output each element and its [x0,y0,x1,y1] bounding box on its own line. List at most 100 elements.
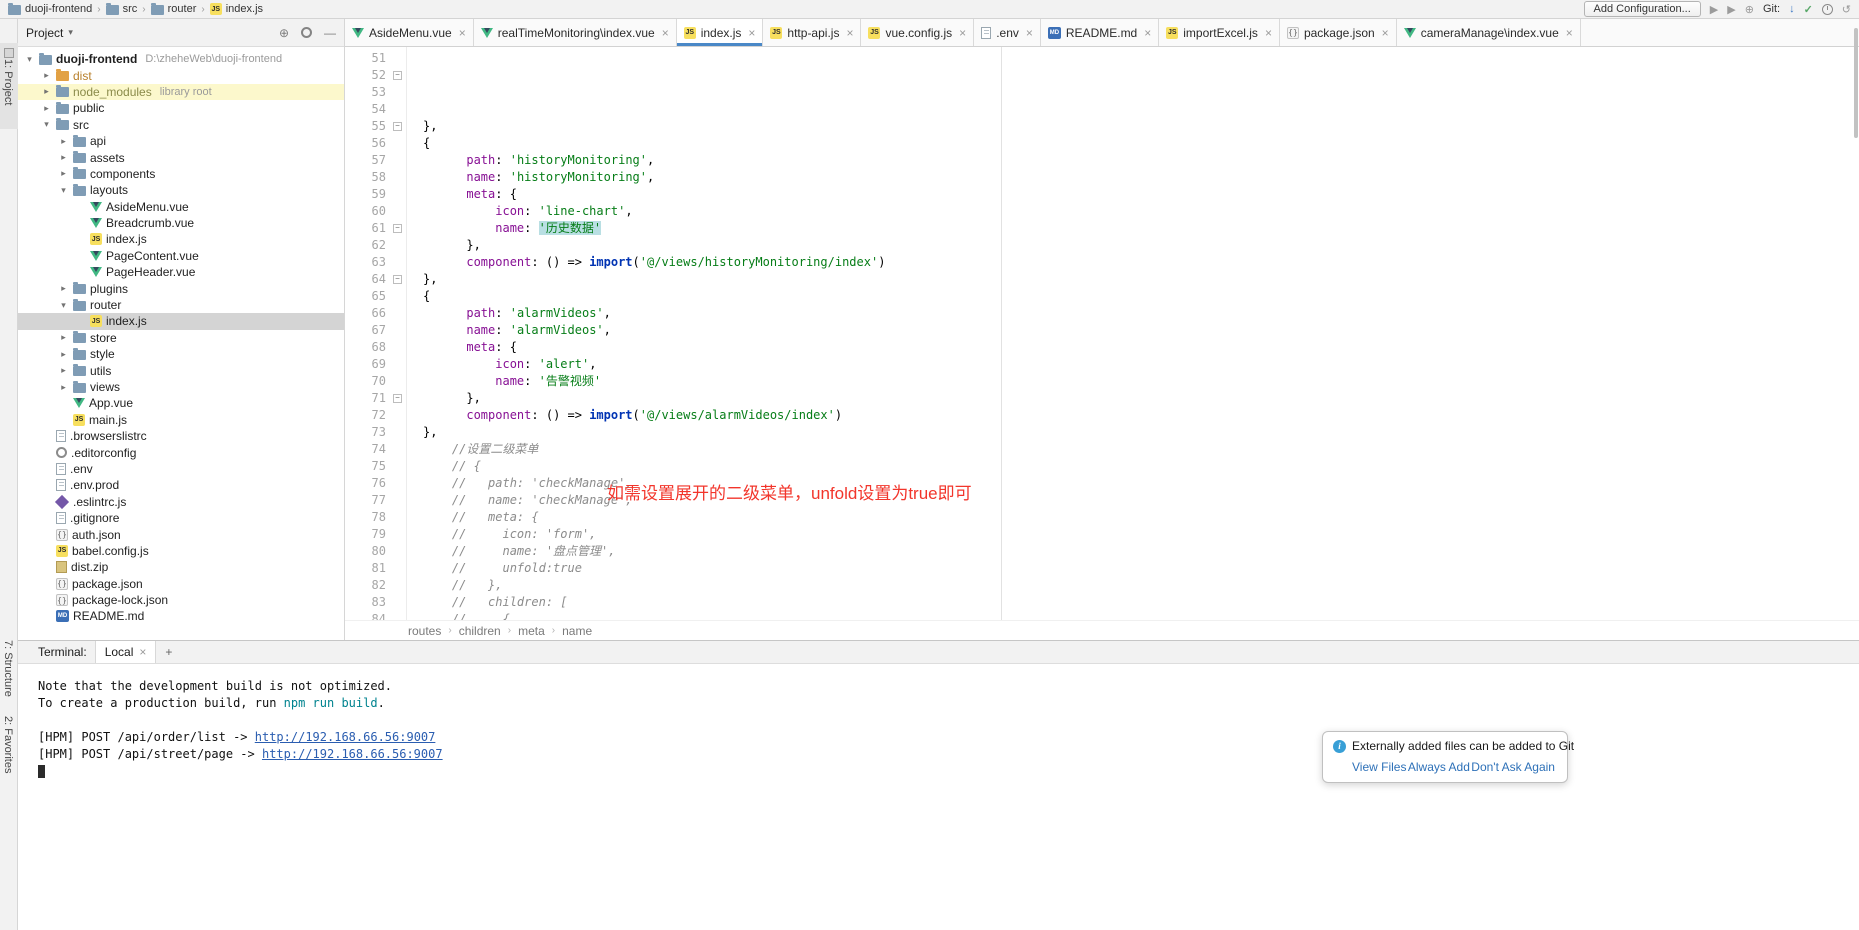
debug-icon[interactable]: ▶ [1727,3,1735,16]
tree-item[interactable]: .eslintrc.js [18,494,344,510]
tree-item[interactable]: babel.config.js [18,543,344,559]
tool-window-favorites-button[interactable]: 2: Favorites [0,716,18,792]
locate-file-icon[interactable]: ⊕ [279,26,289,40]
close-icon[interactable]: × [1265,26,1272,40]
tree-item[interactable]: dist.zip [18,559,344,575]
tree-item[interactable]: PageHeader.vue [18,264,344,280]
chevron-down-icon[interactable]: ▾ [41,119,52,130]
breadcrumb-item[interactable]: duoji-frontend [8,3,92,15]
close-icon[interactable]: × [1566,26,1573,40]
tree-item[interactable]: ▸dist [18,67,344,83]
tree-item[interactable]: .gitignore [18,510,344,526]
tree-item[interactable]: ▾router [18,297,344,313]
breadcrumb-item[interactable]: name [562,624,592,638]
git-update-icon[interactable]: ↓ [1789,3,1795,15]
tree-item[interactable]: App.vue [18,395,344,411]
notification-action[interactable]: View Files [1352,760,1406,774]
fold-icon[interactable]: − [393,122,402,131]
tree-item[interactable]: ▸components [18,166,344,182]
editor-tab[interactable]: importExcel.js× [1159,19,1280,46]
close-icon[interactable]: × [662,26,669,40]
chevron-right-icon[interactable]: ▸ [41,86,52,97]
fold-icon[interactable]: − [393,71,402,80]
hide-panel-icon[interactable]: — [324,26,336,40]
chevron-right-icon[interactable]: ▸ [58,168,69,179]
breadcrumb-item[interactable]: src [106,3,138,15]
tree-item[interactable]: .env [18,461,344,477]
breadcrumb-item[interactable]: children [459,624,501,638]
breadcrumb-item[interactable]: router [151,3,197,15]
editor-tab[interactable]: AsideMenu.vue× [345,19,474,46]
chevron-right-icon[interactable]: ▸ [58,283,69,294]
project-panel-title[interactable]: Project [26,26,63,40]
tree-item[interactable]: PageContent.vue [18,248,344,264]
fold-icon[interactable]: − [393,394,402,403]
chevron-right-icon[interactable]: ▸ [58,332,69,343]
chevron-right-icon[interactable]: ▸ [58,152,69,163]
chevron-down-icon[interactable]: ▾ [58,300,69,311]
run-icon[interactable]: ▶ [1710,3,1718,16]
tree-item[interactable]: main.js [18,412,344,428]
add-configuration-button[interactable]: Add Configuration... [1584,1,1701,17]
tree-item[interactable]: ▾src [18,117,344,133]
tree-item[interactable]: index.js [18,313,344,329]
chevron-right-icon[interactable]: ▸ [58,136,69,147]
tree-item[interactable]: ▸views [18,379,344,395]
editor-tab[interactable]: vue.config.js× [861,19,974,46]
tree-item[interactable]: ▾layouts [18,182,344,198]
tree-item[interactable]: ▸assets [18,149,344,165]
tree-item[interactable]: ▾duoji-frontendD:\zheheWeb\duoji-fronten… [18,51,344,67]
editor-tab[interactable]: .env× [974,19,1041,46]
breadcrumb-item[interactable]: routes [408,624,441,638]
tree-item[interactable]: .browserslistrc [18,428,344,444]
tree-item[interactable]: ▸style [18,346,344,362]
close-icon[interactable]: × [459,26,466,40]
notification-action[interactable]: Don't Ask Again [1471,760,1555,774]
tree-item[interactable]: ▸utils [18,362,344,378]
terminal-link[interactable]: http://192.168.66.56:9007 [255,730,436,744]
git-commit-icon[interactable]: ✓ [1804,3,1813,16]
editor-tab[interactable]: README.md× [1041,19,1159,46]
tree-item[interactable]: .editorconfig [18,444,344,460]
breadcrumb-item[interactable]: index.js [210,3,263,15]
rollback-icon[interactable]: ↺ [1842,3,1851,16]
notification-action[interactable]: Always Add [1408,760,1470,774]
close-icon[interactable]: × [959,26,966,40]
chevron-right-icon[interactable]: ▸ [58,349,69,360]
editor-tab[interactable]: http-api.js× [763,19,861,46]
close-icon[interactable]: × [1382,26,1389,40]
history-icon[interactable] [1822,4,1833,15]
tree-item[interactable]: ▸store [18,330,344,346]
tree-item[interactable]: index.js [18,231,344,247]
chevron-down-icon[interactable]: ▾ [68,27,73,38]
close-icon[interactable]: × [748,26,755,40]
terminal-body[interactable]: Note that the development build is not o… [18,664,1859,930]
chevron-down-icon[interactable]: ▾ [58,185,69,196]
tree-item[interactable]: README.md [18,608,344,624]
gear-icon[interactable] [301,27,312,38]
chevron-right-icon[interactable]: ▸ [58,365,69,376]
chevron-right-icon[interactable]: ▸ [58,382,69,393]
search-everywhere-icon[interactable]: ⊕ [1745,3,1754,16]
tree-item[interactable]: Breadcrumb.vue [18,215,344,231]
close-icon[interactable]: × [846,26,853,40]
code-editor[interactable]: 5152−535455−565758596061−626364−65666768… [345,47,1859,620]
close-icon[interactable]: × [139,645,146,659]
tree-item[interactable]: auth.json [18,526,344,542]
code-lines[interactable]: 如需设置展开的二级菜单，unfold设置为true即可 },{ path: 'h… [407,47,1859,620]
tree-item[interactable]: ▸plugins [18,280,344,296]
tree-item[interactable]: ▸node_moduleslibrary root [18,84,344,100]
close-icon[interactable]: × [1144,26,1151,40]
tool-window-structure-button[interactable]: 7: Structure [0,640,18,720]
close-icon[interactable]: × [1026,26,1033,40]
terminal-link[interactable]: http://192.168.66.56:9007 [262,747,443,761]
editor-tab[interactable]: package.json× [1280,19,1397,46]
tree-item[interactable]: .env.prod [18,477,344,493]
breadcrumb-item[interactable]: meta [518,624,545,638]
tree-item[interactable]: ▸public [18,100,344,116]
editor-tab[interactable]: cameraManage\index.vue× [1397,19,1581,46]
tree-item[interactable]: AsideMenu.vue [18,199,344,215]
tree-item[interactable]: package.json [18,576,344,592]
tool-window-project-button[interactable]: 1: Project [0,43,18,129]
tree-item[interactable]: package-lock.json [18,592,344,608]
